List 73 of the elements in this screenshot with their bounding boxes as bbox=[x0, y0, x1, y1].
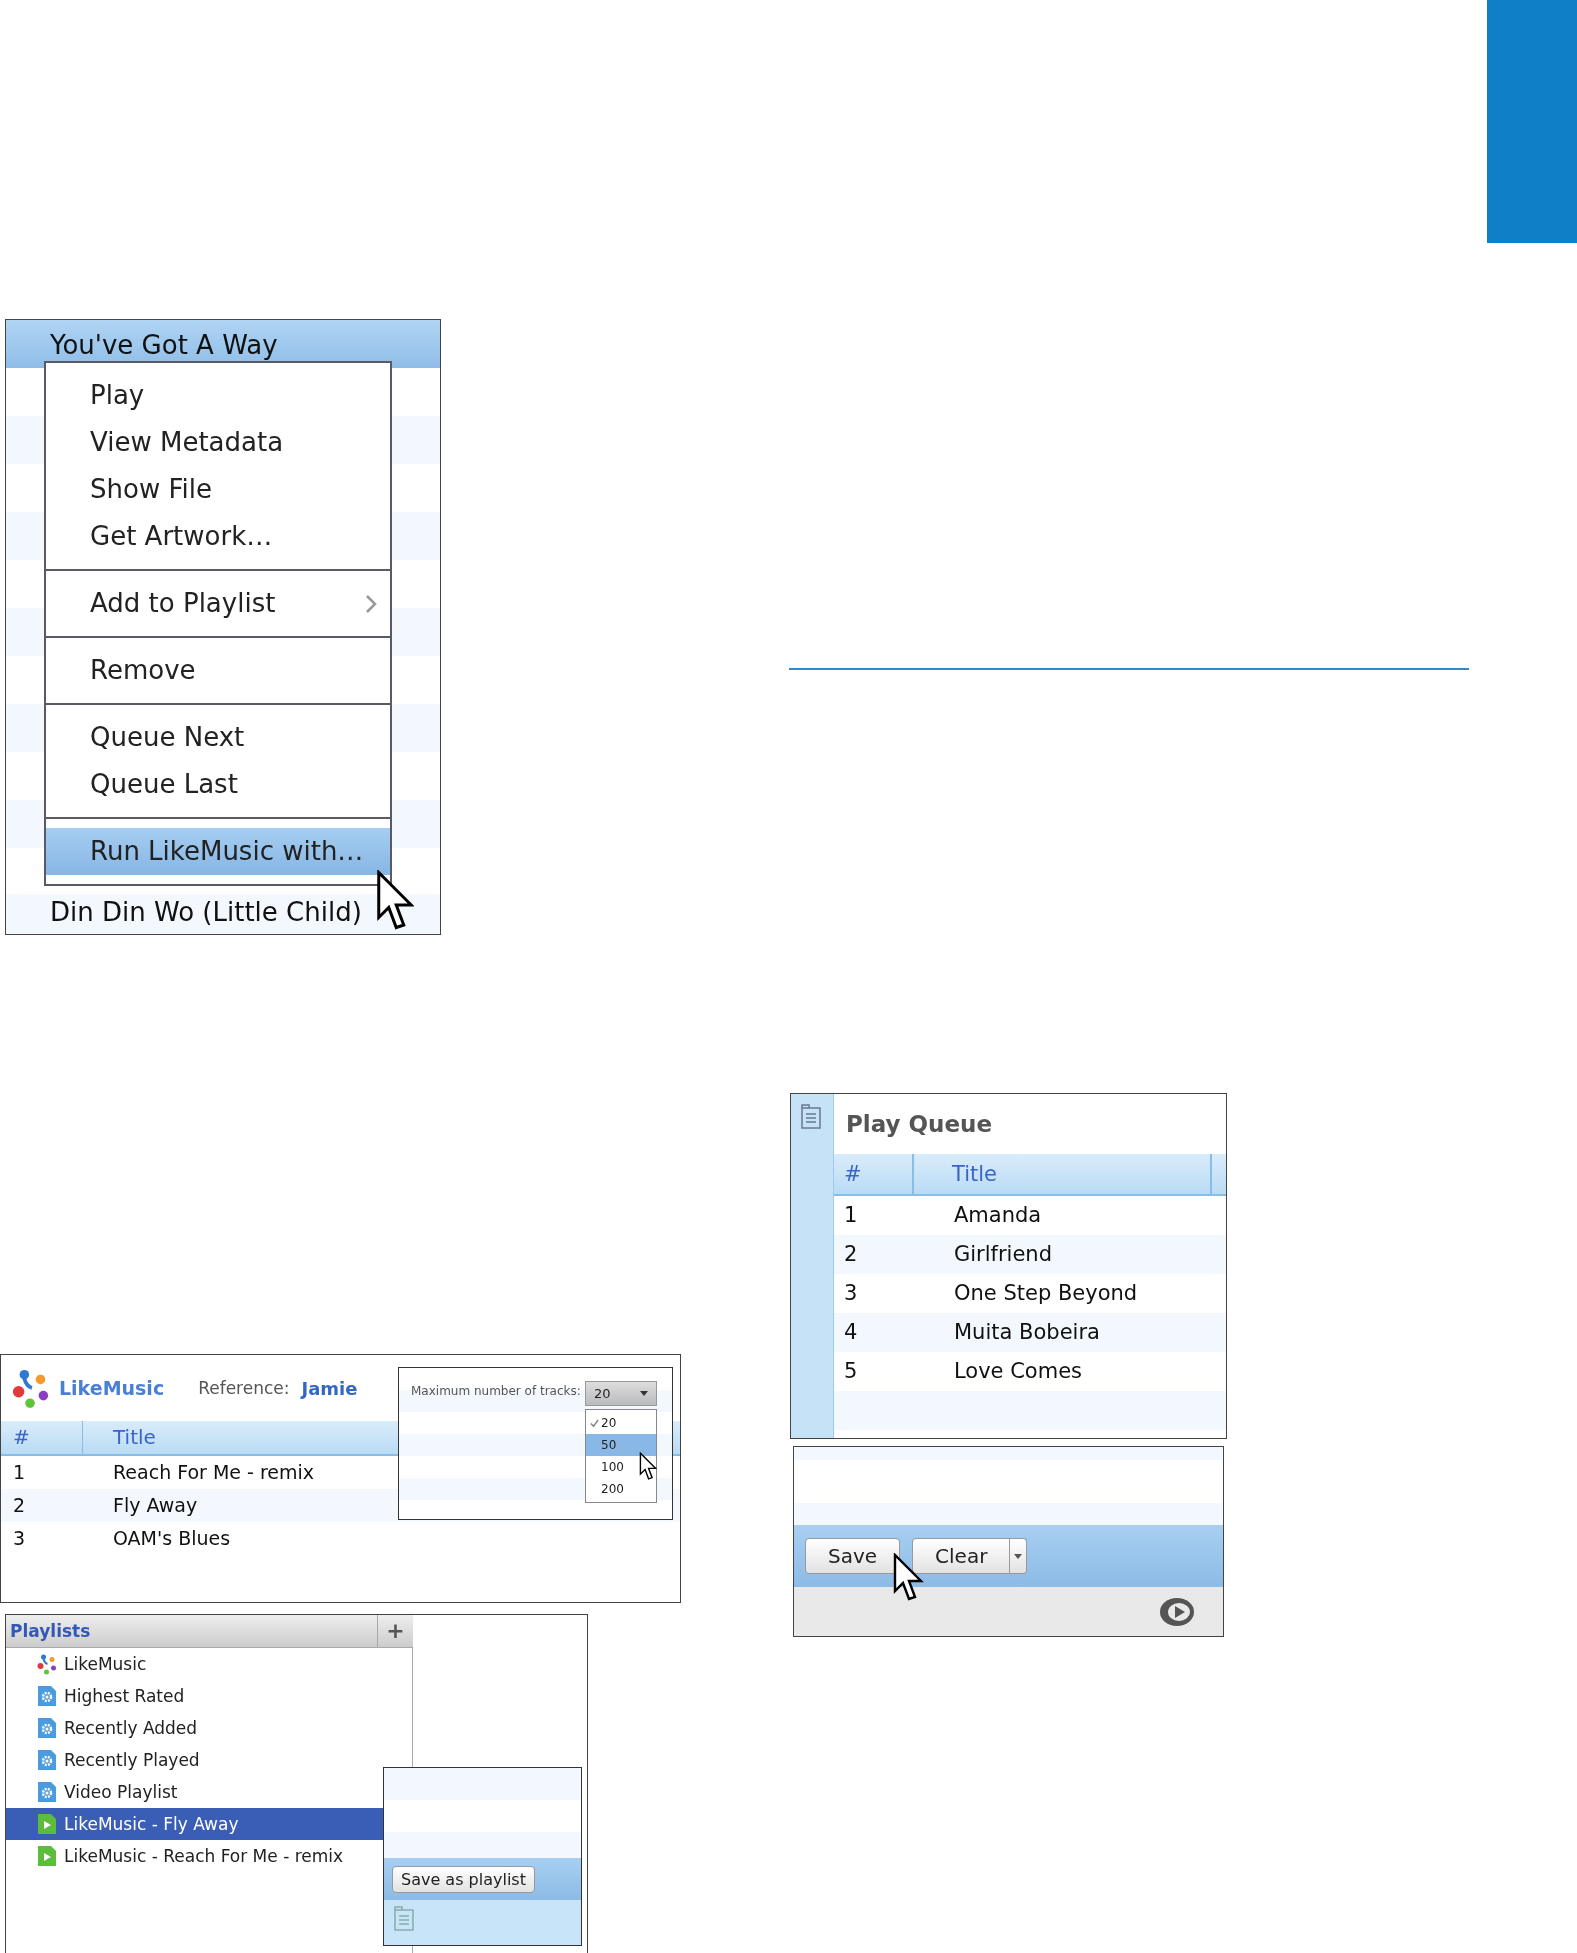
gear-document-icon bbox=[36, 1749, 58, 1771]
menu-item[interactable]: Remove bbox=[46, 647, 390, 694]
column-header[interactable]: # bbox=[834, 1154, 914, 1194]
dropdown-option[interactable]: 200 bbox=[586, 1478, 656, 1500]
dropdown-option[interactable]: 50 bbox=[586, 1434, 656, 1456]
reference-label: Reference: bbox=[198, 1378, 290, 1398]
playlist-label: LikeMusic - Fly Away bbox=[64, 1814, 239, 1834]
document-icon bbox=[392, 1906, 416, 1932]
playlist-item[interactable]: Recently Played bbox=[6, 1744, 378, 1776]
playlist-label: Recently Added bbox=[64, 1718, 198, 1738]
caret-icon bbox=[1014, 1553, 1023, 1559]
table-cell-text: 4 bbox=[843, 1319, 859, 1346]
table-cell-text: Muita Bobeira bbox=[953, 1319, 1100, 1346]
gear-document-icon bbox=[36, 1685, 58, 1707]
column-header[interactable]: Title bbox=[914, 1154, 1212, 1194]
menu-item[interactable]: Add to Playlist bbox=[46, 580, 390, 627]
playlist-label: Video Playlist bbox=[64, 1782, 178, 1802]
list-row[interactable]: Din Din Wo (Little Child) bbox=[6, 894, 440, 934]
list-row[interactable]: You've Got A Way bbox=[6, 320, 440, 368]
field-label: Maximum number of tracks: bbox=[411, 1384, 581, 1398]
panel-title: Playlists bbox=[9, 1620, 92, 1643]
table-cell-text: One Step Beyond bbox=[953, 1280, 1138, 1307]
clear-button[interactable]: Clear bbox=[912, 1538, 1011, 1574]
panel-title: Play Queue bbox=[845, 1110, 994, 1139]
playlist-item[interactable]: Video Playlist bbox=[6, 1776, 378, 1808]
playlist-item[interactable]: LikeMusic - Fly Away bbox=[6, 1808, 384, 1840]
play-document-icon bbox=[36, 1845, 58, 1867]
column-header[interactable]: Title bbox=[83, 1421, 156, 1454]
app-logo: LikeMusic bbox=[59, 1377, 165, 1399]
menu-item[interactable]: Get Artwork… bbox=[46, 513, 390, 560]
playlist-item[interactable]: Highest Rated bbox=[6, 1680, 378, 1712]
document-icon bbox=[799, 1104, 823, 1130]
cursor-icon bbox=[892, 1553, 924, 1601]
table-cell-text: 5 bbox=[843, 1358, 859, 1385]
pinwheel-icon bbox=[36, 1653, 58, 1675]
playlist-item[interactable]: LikeMusic bbox=[6, 1648, 378, 1680]
table-cell-text: 2 bbox=[12, 1493, 27, 1518]
menu-item[interactable]: Play bbox=[46, 372, 390, 419]
menu-item[interactable]: Queue Last bbox=[46, 761, 390, 808]
table-cell-text: 1 bbox=[12, 1460, 27, 1485]
table-cell-text: OAM's Blues bbox=[112, 1526, 231, 1551]
playlist-label: Recently Played bbox=[64, 1750, 200, 1770]
table-cell-text: Love Comes bbox=[953, 1358, 1083, 1385]
table-cell-text: 3 bbox=[843, 1280, 859, 1307]
table-cell-text: Fly Away bbox=[112, 1493, 198, 1518]
table-cell-text: 1 bbox=[843, 1202, 859, 1229]
table-cell-text: Amanda bbox=[953, 1202, 1042, 1229]
column-header[interactable]: # bbox=[1, 1421, 83, 1454]
reference-value: Jamie bbox=[301, 1377, 358, 1399]
dropdown-option[interactable]: 20 bbox=[586, 1412, 656, 1434]
menu-item[interactable]: Show File bbox=[46, 466, 390, 513]
table-cell-text: 2 bbox=[843, 1241, 859, 1268]
playlist-label: LikeMusic - Reach For Me - remix bbox=[64, 1846, 344, 1866]
menu-item[interactable]: View Metadata bbox=[46, 419, 390, 466]
menu-item[interactable]: Run LikeMusic with… bbox=[46, 828, 390, 875]
play-document-icon bbox=[36, 1813, 58, 1835]
table-cell-text: Girlfriend bbox=[953, 1241, 1052, 1268]
dropdown-value: 20 bbox=[594, 1386, 611, 1401]
menu-item[interactable]: Queue Next bbox=[46, 714, 390, 761]
caret-icon bbox=[640, 1391, 648, 1396]
dropdown-button[interactable] bbox=[1010, 1538, 1028, 1574]
playlist-item[interactable]: Recently Added bbox=[6, 1712, 378, 1744]
gear-document-icon bbox=[36, 1781, 58, 1803]
playlist-label: Highest Rated bbox=[64, 1686, 185, 1706]
table-cell-text: Reach For Me - remix bbox=[112, 1460, 315, 1485]
add-button[interactable]: + bbox=[377, 1615, 413, 1647]
tracks-dropdown[interactable]: 20 bbox=[585, 1381, 657, 1406]
playlist-item[interactable]: LikeMusic - Reach For Me - remix bbox=[6, 1840, 378, 1872]
playlist-label: LikeMusic bbox=[64, 1654, 147, 1674]
table-cell-text: 3 bbox=[12, 1526, 27, 1551]
save-button[interactable]: Save bbox=[805, 1538, 901, 1574]
save-as-playlist-button[interactable]: Save as playlist bbox=[392, 1865, 535, 1893]
gear-document-icon bbox=[36, 1717, 58, 1739]
